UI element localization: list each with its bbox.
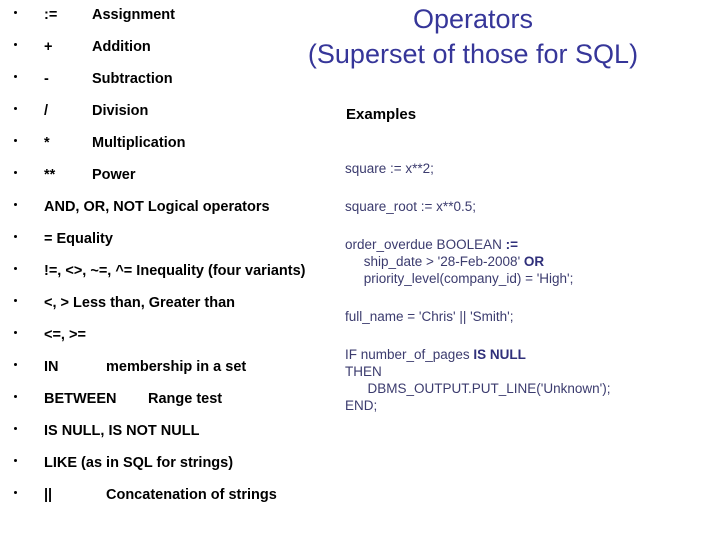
example-code-block: IF number_of_pages IS NULL THEN DBMS_OUTP… [345,346,717,414]
example-code-block: order_overdue BOOLEAN := ship_date > '28… [345,236,717,287]
example-code-line: DBMS_OUTPUT.PUT_LINE('Unknown'); [345,380,717,397]
example-code-line: order_overdue BOOLEAN := [345,236,717,253]
operator-row: AND, OR, NOT Logical operators [0,192,330,224]
bullet-icon [14,363,17,366]
bullet-icon [14,43,17,46]
example-keyword: IS NULL [473,347,526,362]
example-keyword: := [505,237,518,252]
bullet-icon [14,459,17,462]
bullet-icon [14,331,17,334]
operator-description: Multiplication [92,135,186,151]
example-code-line: IF number_of_pages IS NULL [345,346,717,363]
bullet-icon [14,491,17,494]
operator-row: <, > Less than, Greater than [0,288,330,320]
operator-row: <=, >= [0,320,330,352]
operator-row: + Addition [0,32,330,64]
example-code-line: full_name = 'Chris' || 'Smith'; [345,308,717,325]
example-text: square := x**2; [345,161,434,176]
example-text: full_name = 'Chris' || 'Smith'; [345,309,514,324]
example-code-line: THEN [345,363,717,380]
operator-symbol: IN [44,359,59,375]
operator-row: / Division [0,96,330,128]
operator-row: BETWEEN Range test [0,384,330,416]
operator-symbol: LIKE (as in SQL for strings) [44,455,234,471]
operator-symbol: <=, >= [44,327,86,343]
operator-description: Addition [92,39,151,55]
example-text: order_overdue BOOLEAN [345,237,506,252]
operator-symbol: := [44,7,58,23]
operator-symbol: !=, <>, ~=, ^= Inequality (four variants… [44,263,306,279]
operator-description: Division [92,103,149,119]
operator-symbol: IS NULL, IS NOT NULL [44,423,200,439]
operator-symbol: ** [44,167,56,183]
bullet-icon [14,203,17,206]
example-text: square_root := x**0.5; [345,199,476,214]
bullet-icon [14,107,17,110]
operator-row: || Concatenation of strings [0,480,330,512]
bullet-icon [14,235,17,238]
operator-symbol: BETWEEN [44,391,117,407]
operator-description: Subtraction [92,71,173,87]
example-code-block: square_root := x**0.5; [345,198,717,215]
operator-bullet-list: := Assignment + Addition - Subtraction / Divisi… [0,0,330,512]
example-code-line: ship_date > '28-Feb-2008' OR [345,253,717,270]
example-text: IF number_of_pages [345,347,474,362]
operator-symbol: || [44,487,53,503]
operator-symbol: <, > Less than, Greater than [44,295,235,311]
operator-description: membership in a set [106,359,247,375]
example-keyword: OR [523,254,545,269]
bullet-icon [14,139,17,142]
operator-row: ** Power [0,160,330,192]
operator-row: !=, <>, ~=, ^= Inequality (four variants… [0,256,330,288]
bullet-icon [14,267,17,270]
operator-symbol: AND, OR, NOT Logical operators [44,199,270,215]
operator-description: Assignment [92,7,175,23]
example-code-line: END; [345,397,717,414]
bullet-icon [14,395,17,398]
operator-symbol: + [44,39,53,55]
operator-row: - Subtraction [0,64,330,96]
example-code-block: full_name = 'Chris' || 'Smith'; [345,308,717,325]
bullet-icon [14,299,17,302]
operator-row: IN membership in a set [0,352,330,384]
operator-description: Power [92,167,136,183]
operator-row: = Equality [0,224,330,256]
example-code-line: priority_level(company_id) = 'High'; [345,270,717,287]
bullet-icon [14,171,17,174]
operator-description: Concatenation of strings [106,487,277,503]
examples-heading: Examples [346,106,417,123]
examples-code-list: square := x**2; square_root := x**0.5; ord… [345,160,717,435]
operator-symbol: = Equality [44,231,113,247]
bullet-icon [14,427,17,430]
operator-description: Range test [148,391,223,407]
example-text: ship_date > '28-Feb-2008' [345,254,524,269]
example-code-line: square := x**2; [345,160,717,177]
operator-row: := Assignment [0,0,330,32]
operator-symbol: / [44,103,49,119]
bullet-icon [14,11,17,14]
operator-row: * Multiplication [0,128,330,160]
example-text: THEN [345,364,382,379]
operator-symbol: * [44,135,50,151]
operator-row: LIKE (as in SQL for strings) [0,448,330,480]
example-code-block: square := x**2; [345,160,717,177]
bullet-icon [14,75,17,78]
operator-symbol: - [44,71,49,87]
example-text: END; [345,398,378,413]
example-text: priority_level(company_id) = 'High'; [345,271,574,286]
example-code-line: square_root := x**0.5; [345,198,717,215]
operator-row: IS NULL, IS NOT NULL [0,416,330,448]
example-text: DBMS_OUTPUT.PUT_LINE('Unknown'); [345,381,611,396]
